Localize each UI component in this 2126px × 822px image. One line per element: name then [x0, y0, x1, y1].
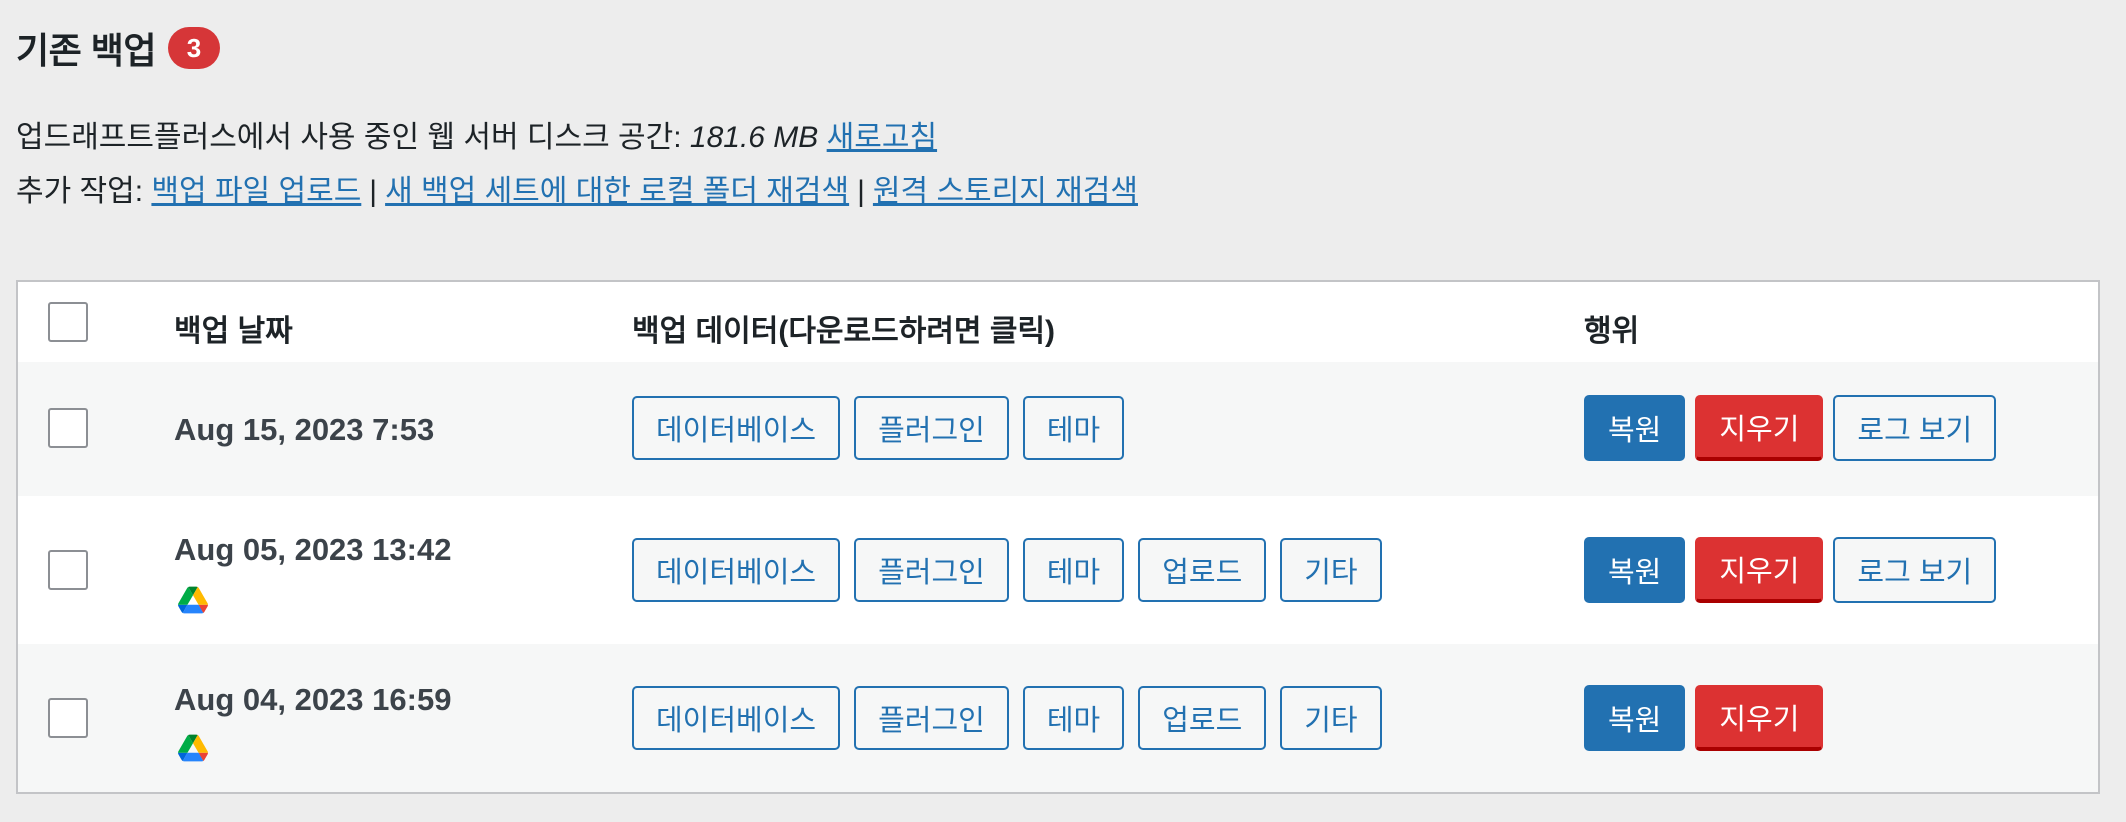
delete-button[interactable]: 지우기 — [1695, 537, 1824, 603]
backup-date: Aug 15, 2023 7:53 — [174, 412, 435, 447]
download-themes-button[interactable]: 테마 — [1022, 396, 1125, 460]
view-log-button[interactable]: 로그 보기 — [1833, 395, 1997, 461]
download-uploads-button[interactable]: 업로드 — [1138, 538, 1267, 602]
download-uploads-button[interactable]: 업로드 — [1138, 686, 1267, 750]
download-database-button[interactable]: 데이터베이스 — [632, 686, 841, 750]
separator: | — [369, 175, 378, 208]
row-checkbox[interactable] — [48, 550, 88, 590]
rescan-local-link[interactable]: 새 백업 세트에 대한 로컬 폴더 재검색 — [385, 175, 849, 208]
row-checkbox[interactable] — [48, 408, 88, 448]
row-actions: 복원 지우기 — [1584, 685, 1824, 751]
delete-button[interactable]: 지우기 — [1695, 685, 1824, 751]
data-buttons: 데이터베이스 플러그인 테마 — [632, 396, 1125, 460]
disk-usage-value: 181.6 MB — [689, 121, 819, 154]
download-database-button[interactable]: 데이터베이스 — [632, 538, 841, 602]
download-themes-button[interactable]: 테마 — [1022, 538, 1125, 602]
download-themes-button[interactable]: 테마 — [1022, 686, 1125, 750]
page-title: 기존 백업 — [16, 30, 156, 71]
view-log-button[interactable]: 로그 보기 — [1833, 537, 1997, 603]
download-plugins-button[interactable]: 플러그인 — [854, 686, 1009, 750]
row-actions: 복원 지우기 로그 보기 — [1584, 537, 1997, 603]
backup-count-badge: 3 — [167, 27, 220, 69]
row-actions: 복원 지우기 로그 보기 — [1584, 395, 1997, 461]
download-others-button[interactable]: 기타 — [1280, 538, 1382, 602]
download-plugins-button[interactable]: 플러그인 — [854, 396, 1009, 460]
column-header-date: 백업 날짜 — [174, 315, 293, 348]
data-buttons: 데이터베이스 플러그인 테마 업로드 기타 — [632, 538, 1382, 602]
page-header: 기존 백업 3 — [16, 22, 220, 74]
rescan-remote-link[interactable]: 원격 스토리지 재검색 — [873, 175, 1138, 208]
more-tasks-label: 추가 작업: — [16, 175, 144, 208]
backup-date: Aug 05, 2023 13:42 — [174, 532, 452, 567]
backups-table: 백업 날짜 백업 데이터(다운로드하려면 클릭) 행위 Aug 15, 2023… — [16, 280, 2100, 794]
disk-usage-label: 업드래프트플러스에서 사용 중인 웹 서버 디스크 공간: — [16, 121, 682, 154]
backup-date: Aug 04, 2023 16:59 — [174, 682, 452, 717]
refresh-link[interactable]: 새로고침 — [827, 121, 937, 154]
column-header-data: 백업 데이터(다운로드하려면 클릭) — [632, 315, 1056, 348]
google-drive-icon — [178, 586, 208, 614]
restore-button[interactable]: 복원 — [1584, 395, 1686, 461]
data-buttons: 데이터베이스 플러그인 테마 업로드 기타 — [632, 686, 1382, 750]
separator: | — [857, 175, 865, 208]
restore-button[interactable]: 복원 — [1584, 685, 1686, 751]
table-row: Aug 04, 2023 16:59 데이터베이스 플러그인 테마 업로드 기타… — [18, 644, 2098, 792]
table-row: Aug 15, 2023 7:53 데이터베이스 플러그인 테마 복원 지우기 … — [18, 362, 2098, 496]
row-checkbox[interactable] — [48, 698, 88, 738]
download-database-button[interactable]: 데이터베이스 — [632, 396, 841, 460]
disk-usage-line: 업드래프트플러스에서 사용 중인 웹 서버 디스크 공간: 181.6 MB 새… — [16, 112, 937, 156]
delete-button[interactable]: 지우기 — [1695, 395, 1824, 461]
table-row: Aug 05, 2023 13:42 데이터베이스 플러그인 테마 업로드 기타… — [18, 496, 2098, 644]
more-tasks-line: 추가 작업: 백업 파일 업로드 | 새 백업 세트에 대한 로컬 폴더 재검색 | 원… — [16, 166, 1138, 210]
download-plugins-button[interactable]: 플러그인 — [854, 538, 1009, 602]
google-drive-icon — [178, 734, 208, 762]
restore-button[interactable]: 복원 — [1584, 537, 1686, 603]
select-all-checkbox[interactable] — [48, 302, 88, 342]
column-header-actions: 행위 — [1584, 315, 1640, 348]
download-others-button[interactable]: 기타 — [1280, 686, 1382, 750]
table-header: 백업 날짜 백업 데이터(다운로드하려면 클릭) 행위 — [18, 282, 2098, 364]
upload-backup-link[interactable]: 백업 파일 업로드 — [151, 175, 361, 208]
